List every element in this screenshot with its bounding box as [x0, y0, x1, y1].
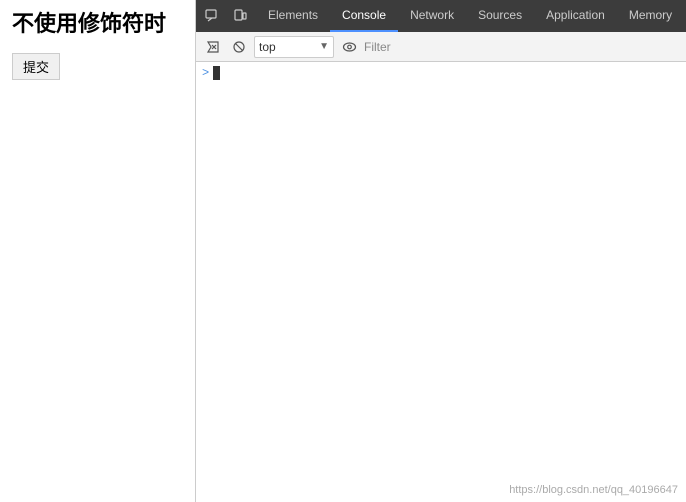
- device-toggle-icon-button[interactable]: [228, 4, 252, 28]
- devtools-icon-group: [196, 4, 256, 28]
- devtools-content: > https://blog.csdn.net/qq_40196647: [196, 62, 686, 502]
- webpage-panel: 不使用修饰符时 提交: [0, 0, 195, 502]
- chevron-down-icon: ▼: [319, 41, 329, 52]
- devtools-tabs: Elements Console Network Sources Applica…: [256, 0, 684, 32]
- tab-console[interactable]: Console: [330, 0, 398, 32]
- inspect-icon-button[interactable]: [200, 4, 224, 28]
- tab-network[interactable]: Network: [398, 0, 466, 32]
- tab-application[interactable]: Application: [534, 0, 617, 32]
- console-cursor: [213, 66, 220, 80]
- context-selector[interactable]: top ▼: [254, 36, 334, 58]
- console-arrow-icon: >: [202, 66, 209, 80]
- eye-icon-button[interactable]: [338, 36, 360, 58]
- devtools-tabbar: Elements Console Network Sources Applica…: [196, 0, 686, 32]
- filter-input[interactable]: [395, 36, 680, 58]
- tab-elements[interactable]: Elements: [256, 0, 330, 32]
- page-title: 不使用修饰符时: [12, 10, 183, 39]
- console-clear-button[interactable]: [202, 36, 224, 58]
- context-selector-value: top: [259, 40, 317, 54]
- filter-label: Filter: [364, 40, 391, 54]
- console-stop-button[interactable]: [228, 36, 250, 58]
- devtools-toolbar: top ▼ Filter: [196, 32, 686, 62]
- watermark: https://blog.csdn.net/qq_40196647: [509, 484, 678, 496]
- devtools-panel: Elements Console Network Sources Applica…: [196, 0, 686, 502]
- console-prompt-line: >: [196, 62, 686, 84]
- tab-sources[interactable]: Sources: [466, 0, 534, 32]
- tab-memory[interactable]: Memory: [617, 0, 684, 32]
- submit-button[interactable]: 提交: [12, 53, 60, 80]
